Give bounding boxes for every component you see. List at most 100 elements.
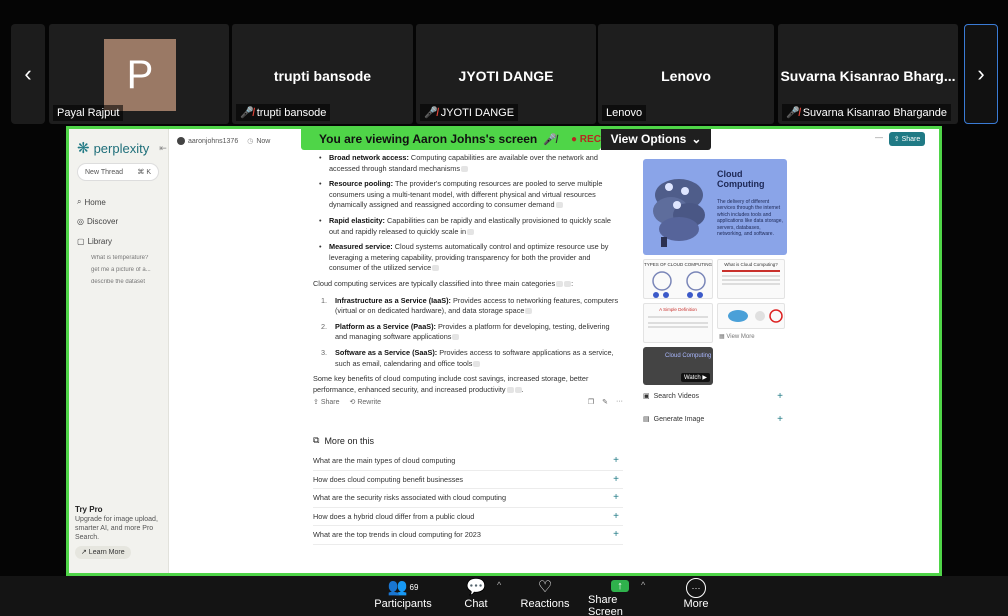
chat-button[interactable]: 💬 Chat: [456, 578, 496, 614]
watch-button[interactable]: Watch ▶: [680, 373, 710, 382]
collapse-sidebar-icon[interactable]: ⇤: [159, 143, 167, 154]
cloud-computing-image[interactable]: Cloud Computing The delivery of differen…: [643, 159, 787, 255]
view-options-button[interactable]: View Options ⌄: [601, 129, 711, 150]
participant-name-label: trupti bansode: [256, 106, 327, 119]
participant-tile-suvarna[interactable]: Suvarna Kisanrao Bharg... 🎤̸ Suvarna Kisa…: [778, 24, 958, 124]
chat-label: Chat: [464, 598, 488, 610]
related-question-text: What are the top trends in cloud computi…: [313, 530, 481, 540]
participant-tile-jyoti[interactable]: JYOTI DANGE 🎤̸ JYOTI DANGE: [416, 24, 596, 124]
library-item[interactable]: What is temperature?: [91, 255, 161, 261]
grid-icon: ▦: [719, 334, 725, 340]
participant-name-label: Lenovo: [606, 107, 643, 119]
citation-badge[interactable]: [514, 386, 522, 393]
related-question[interactable]: What are the main types of cloud computi…: [313, 452, 623, 471]
more-on-this-heading: ⧉ More on this: [313, 435, 623, 446]
share-thread-button[interactable]: ⇪ Share: [889, 132, 925, 146]
cloud-types-diagram: [652, 271, 706, 298]
try-pro-panel: Try Pro Upgrade for image upload, smarte…: [75, 505, 159, 559]
list-item: Rapid elasticity: Capabilities can be ra…: [313, 216, 623, 237]
participant-name: trupti bansode: [273, 68, 372, 84]
image-thumbnail[interactable]: What is Cloud Computing?: [717, 259, 785, 299]
new-thread-label: New Thread: [85, 168, 124, 176]
plus-icon: +: [613, 455, 619, 467]
citation-badge[interactable]: [467, 228, 475, 235]
participants-label: Participants: [374, 598, 432, 610]
participant-tile-trupti[interactable]: trupti bansode 🎤̸ trupti bansode: [232, 24, 413, 124]
related-question[interactable]: What are the security risks associated w…: [313, 489, 623, 508]
citation-badge[interactable]: [564, 281, 572, 288]
answer-paragraph: Some key benefits of cloud computing inc…: [313, 374, 589, 394]
more-options-icon[interactable]: ···: [616, 398, 623, 406]
image-thumbnail[interactable]: TYPES OF CLOUD COMPUTING: [643, 259, 713, 299]
try-pro-title: Try Pro: [75, 505, 103, 514]
video-thumbnail[interactable]: Cloud Computing Watch ▶: [643, 347, 713, 385]
library-item[interactable]: describe the dataset: [91, 279, 161, 285]
plus-icon: +: [777, 390, 783, 402]
citation-badge[interactable]: [555, 202, 563, 209]
citation-badge[interactable]: [452, 334, 460, 341]
citation-badge[interactable]: [506, 386, 514, 393]
nav-home-label: Home: [84, 197, 106, 207]
perplexity-logo[interactable]: ❋ perplexity ⇤: [77, 139, 167, 157]
list-number: 1.: [321, 295, 328, 305]
reactions-button[interactable]: ♡ Reactions: [520, 578, 570, 614]
citation-badge[interactable]: [473, 360, 481, 367]
library-item[interactable]: get me a picture of a...: [91, 267, 161, 273]
timestamp: Now: [256, 137, 271, 145]
bullet-term: Infrastructure as a Service (IaaS):: [335, 295, 451, 305]
minimize-icon[interactable]: —: [875, 133, 883, 142]
rewrite-button[interactable]: ⟲ Rewrite: [350, 398, 382, 406]
username: aaronjohns1376: [188, 137, 239, 145]
share-label: Share: [320, 399, 340, 406]
mic-muted-icon: 🎤̸: [543, 133, 557, 146]
nav-home[interactable]: ⌕ Home: [77, 197, 106, 207]
image-thumbnail[interactable]: [717, 303, 785, 329]
participant-tile-lenovo[interactable]: Lenovo Lenovo: [598, 24, 774, 124]
participant-label: Payal Rajput: [53, 105, 124, 121]
citation-badge[interactable]: [525, 308, 533, 315]
participants-button[interactable]: 👥 69 Participants: [372, 578, 434, 614]
reactions-label: Reactions: [520, 598, 570, 610]
meeting-toolbar: 👥 69 Participants 💬 Chat ^ ♡ Reactions ↑ …: [0, 576, 1008, 616]
share-icon: ⇪: [313, 399, 319, 406]
related-question[interactable]: What are the top trends in cloud computi…: [313, 526, 623, 545]
participant-count: 69: [409, 583, 419, 592]
learn-more-button[interactable]: ↗ Learn More: [75, 546, 131, 559]
logo-text: perplexity: [93, 140, 150, 156]
participant-tile-payal[interactable]: P Payal Rajput: [49, 24, 229, 124]
nav-library[interactable]: ▢ Library: [77, 237, 112, 246]
next-page-button[interactable]: ›: [964, 24, 998, 124]
chat-options-caret-icon[interactable]: ^: [497, 580, 501, 590]
participant-name: JYOTI DANGE: [458, 68, 554, 84]
view-more-button[interactable]: ▦ View More: [719, 333, 755, 340]
search-videos-button[interactable]: ▣ Search Videos +: [643, 389, 783, 403]
edit-icon[interactable]: ✎: [602, 398, 608, 406]
plus-icon: +: [613, 510, 619, 522]
nav-discover[interactable]: ◎ Discover: [77, 217, 118, 226]
closing-text: Some key benefits of cloud computing inc…: [313, 374, 589, 394]
citation-badge[interactable]: [461, 165, 469, 172]
rewrite-icon: ⟲: [349, 399, 356, 406]
share-icon: ⇪: [893, 136, 900, 143]
citation-badge[interactable]: [556, 281, 564, 288]
generate-image-button[interactable]: ▤ Generate Image +: [643, 412, 783, 426]
more-button[interactable]: ··· More: [680, 578, 712, 614]
perplexity-sidebar: ❋ perplexity ⇤ New Thread ⌘ K ⌕ Home ◎ Discov…: [69, 129, 169, 573]
share-options-caret-icon[interactable]: ^: [641, 580, 645, 590]
heart-icon: ♡: [537, 579, 553, 596]
chat-icon: 💬: [466, 579, 486, 596]
related-question[interactable]: How does a hybrid cloud differ from a pu…: [313, 508, 623, 526]
share-label: Share: [901, 135, 921, 143]
answer-body: Broad network access: Computing capabili…: [313, 153, 623, 401]
copy-icon[interactable]: ❐: [588, 398, 594, 406]
related-question[interactable]: How does cloud computing benefit busines…: [313, 471, 623, 489]
view-options-label: View Options: [610, 132, 687, 146]
participant-name-label: Payal Rajput: [57, 107, 120, 119]
new-thread-button[interactable]: New Thread ⌘ K: [77, 163, 159, 181]
share-answer-button[interactable]: ⇪ Share: [313, 398, 340, 406]
prev-page-button[interactable]: ‹: [11, 24, 45, 124]
image-thumbnail[interactable]: A Simple Definition: [643, 303, 713, 343]
plus-icon: +: [613, 473, 619, 485]
citation-badge[interactable]: [432, 265, 440, 272]
perplexity-logo-icon: ❋: [77, 140, 90, 157]
